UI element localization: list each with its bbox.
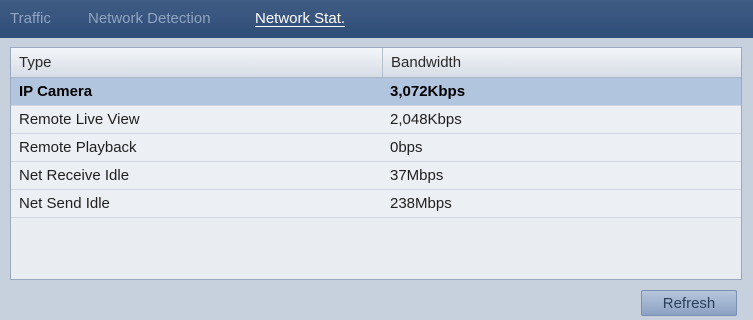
row-type: Net Send Idle xyxy=(19,195,110,212)
column-header-type[interactable]: Type xyxy=(19,48,379,77)
table-row[interactable]: Net Receive Idle 37Mbps xyxy=(11,162,741,190)
table-header: Type Bandwidth xyxy=(11,48,741,78)
table-row[interactable]: Remote Playback 0bps xyxy=(11,134,741,162)
tab-network-detection[interactable]: Network Detection xyxy=(88,10,211,27)
tab-network-stat[interactable]: Network Stat. xyxy=(255,10,345,27)
row-type: Remote Live View xyxy=(19,111,140,128)
row-bandwidth: 2,048Kbps xyxy=(390,111,462,128)
row-bandwidth: 238Mbps xyxy=(390,195,452,212)
row-bandwidth: 0bps xyxy=(390,139,423,156)
tab-traffic[interactable]: Traffic xyxy=(10,10,51,27)
row-type: IP Camera xyxy=(19,83,93,100)
row-type: Remote Playback xyxy=(19,139,137,156)
row-type: Net Receive Idle xyxy=(19,167,130,184)
table-row[interactable]: Net Send Idle 238Mbps xyxy=(11,190,741,218)
refresh-button[interactable]: Refresh xyxy=(641,290,737,316)
column-header-bandwidth[interactable]: Bandwidth xyxy=(382,48,741,77)
table-row[interactable]: Remote Live View 2,048Kbps xyxy=(11,106,741,134)
row-bandwidth: 37Mbps xyxy=(390,167,444,184)
network-stat-table: Type Bandwidth IP Camera 3,072Kbps Remot… xyxy=(10,47,742,280)
row-bandwidth: 3,072Kbps xyxy=(390,83,466,100)
table-row[interactable]: IP Camera 3,072Kbps xyxy=(11,78,741,106)
tab-bar: Traffic Network Detection Network Stat. xyxy=(0,0,753,38)
